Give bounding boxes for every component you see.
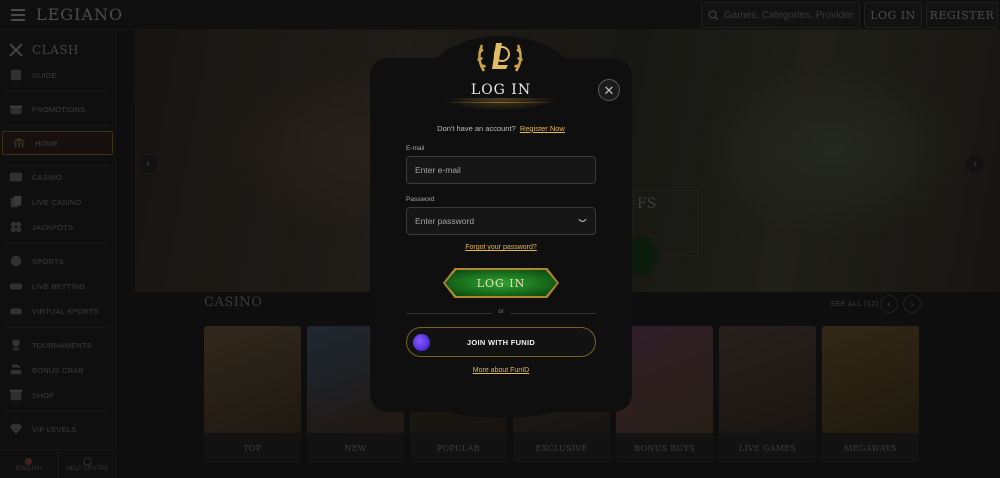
join-with-funid-button[interactable]: JOIN WITH FUNID [406, 327, 596, 357]
register-now-link[interactable]: Register Now [520, 124, 565, 133]
or-text: or [498, 309, 504, 315]
no-account-row: Don't have an account? Register Now [406, 124, 596, 133]
modal-title: LOG IN [470, 82, 532, 98]
password-input[interactable] [415, 216, 575, 226]
password-field-wrapper[interactable] [406, 207, 596, 235]
legiano-logo-icon [477, 43, 523, 72]
close-icon: ✕ [603, 82, 615, 98]
email-input[interactable] [415, 165, 575, 175]
title-divider [444, 102, 558, 103]
forgot-password-link[interactable]: Forgot your password? [406, 244, 596, 251]
close-modal-button[interactable]: ✕ [598, 79, 620, 101]
login-submit-button[interactable]: LOG IN [443, 268, 559, 298]
title-glow [440, 98, 562, 112]
more-about-funid-link[interactable]: More about FunID [406, 367, 596, 374]
no-account-text: Don't have an account? [437, 124, 516, 133]
login-submit-label: LOG IN [445, 270, 557, 296]
password-label: Password [406, 196, 435, 203]
email-label: E-mail [406, 145, 425, 152]
show-password-eye-icon[interactable] [578, 218, 587, 224]
funid-icon [413, 334, 430, 351]
funid-label: JOIN WITH FUNID [466, 337, 536, 347]
or-divider: or [406, 309, 596, 317]
email-field-wrapper[interactable] [406, 156, 596, 184]
